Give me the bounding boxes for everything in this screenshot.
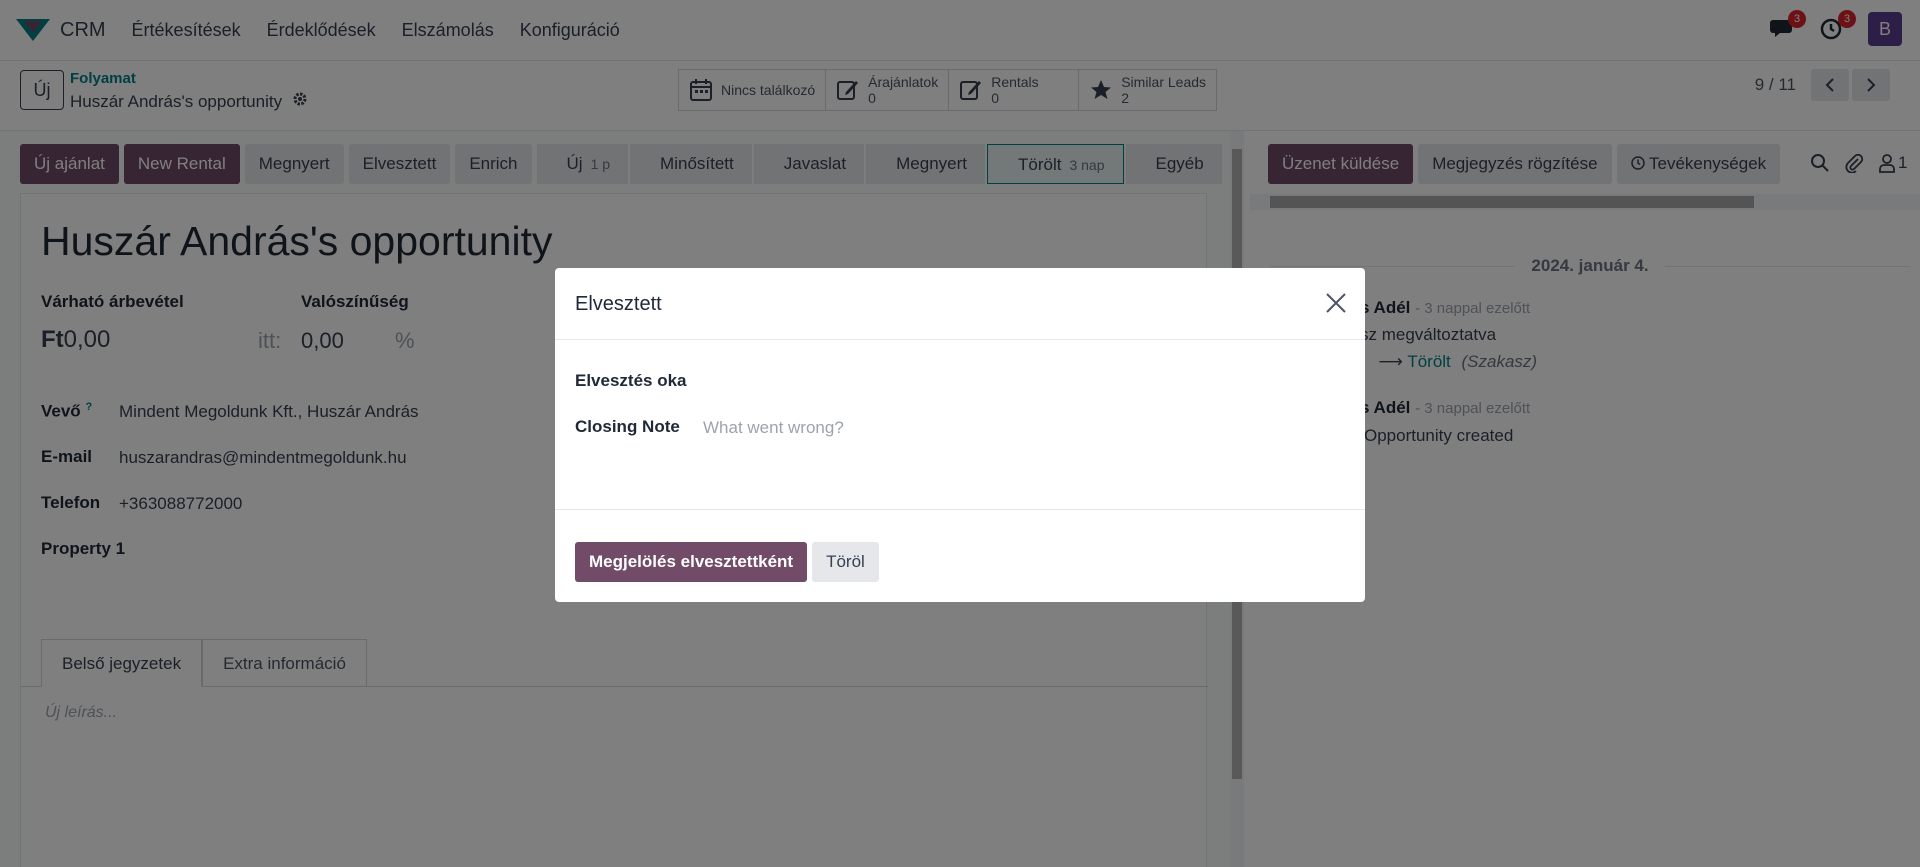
dialog-title: Elvesztett xyxy=(575,293,662,315)
dialog-footer: Megjelölés elvesztettként Töröl xyxy=(575,542,884,582)
close-icon[interactable] xyxy=(1323,290,1349,316)
dialog-header: Elvesztett xyxy=(555,268,1365,340)
closing-note-input[interactable] xyxy=(703,418,1333,438)
lost-reason-label: Elvesztés oka xyxy=(575,371,687,390)
lost-reason-dialog: Elvesztett Elvesztés oka Closing Note Me… xyxy=(555,268,1365,602)
discard-button[interactable]: Töröl xyxy=(812,542,879,582)
mark-as-lost-button[interactable]: Megjelölés elvesztettként xyxy=(575,542,808,582)
dialog-body: Elvesztés oka Closing Note xyxy=(555,340,1365,510)
closing-note-label: Closing Note xyxy=(575,417,680,436)
lost-reason-input[interactable] xyxy=(703,366,1333,386)
